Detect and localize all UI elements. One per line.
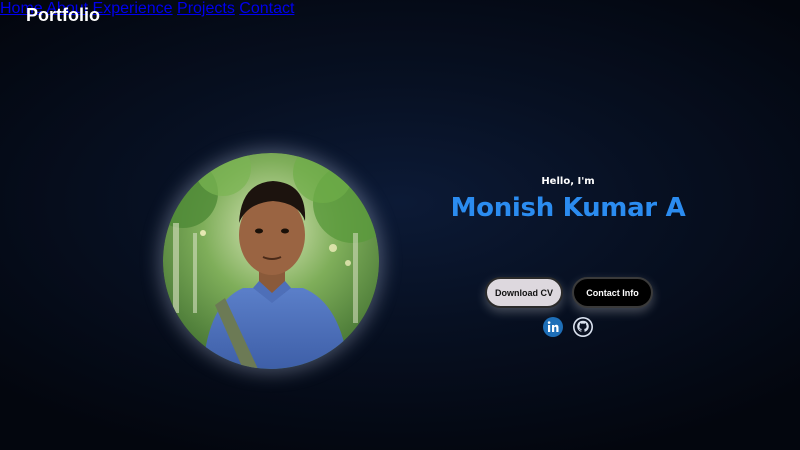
linkedin-icon[interactable] — [543, 317, 563, 337]
nav-projects[interactable]: Projects — [177, 0, 235, 17]
contact-info-button[interactable]: Contact Info — [572, 277, 653, 308]
nav-experience[interactable]: Experience — [93, 0, 173, 17]
site-logo[interactable]: Portfolio — [26, 5, 100, 26]
download-cv-button[interactable]: Download CV — [485, 277, 563, 308]
profile-photo-illustration — [163, 153, 379, 369]
github-icon[interactable] — [573, 317, 593, 337]
hero-name: Monish Kumar A — [450, 193, 686, 223]
profile-photo — [163, 153, 379, 369]
greeting-text: Hello, I'm — [541, 176, 595, 187]
main-nav: Home About Experience Projects Contact — [0, 0, 800, 18]
nav-contact[interactable]: Contact — [239, 0, 294, 17]
